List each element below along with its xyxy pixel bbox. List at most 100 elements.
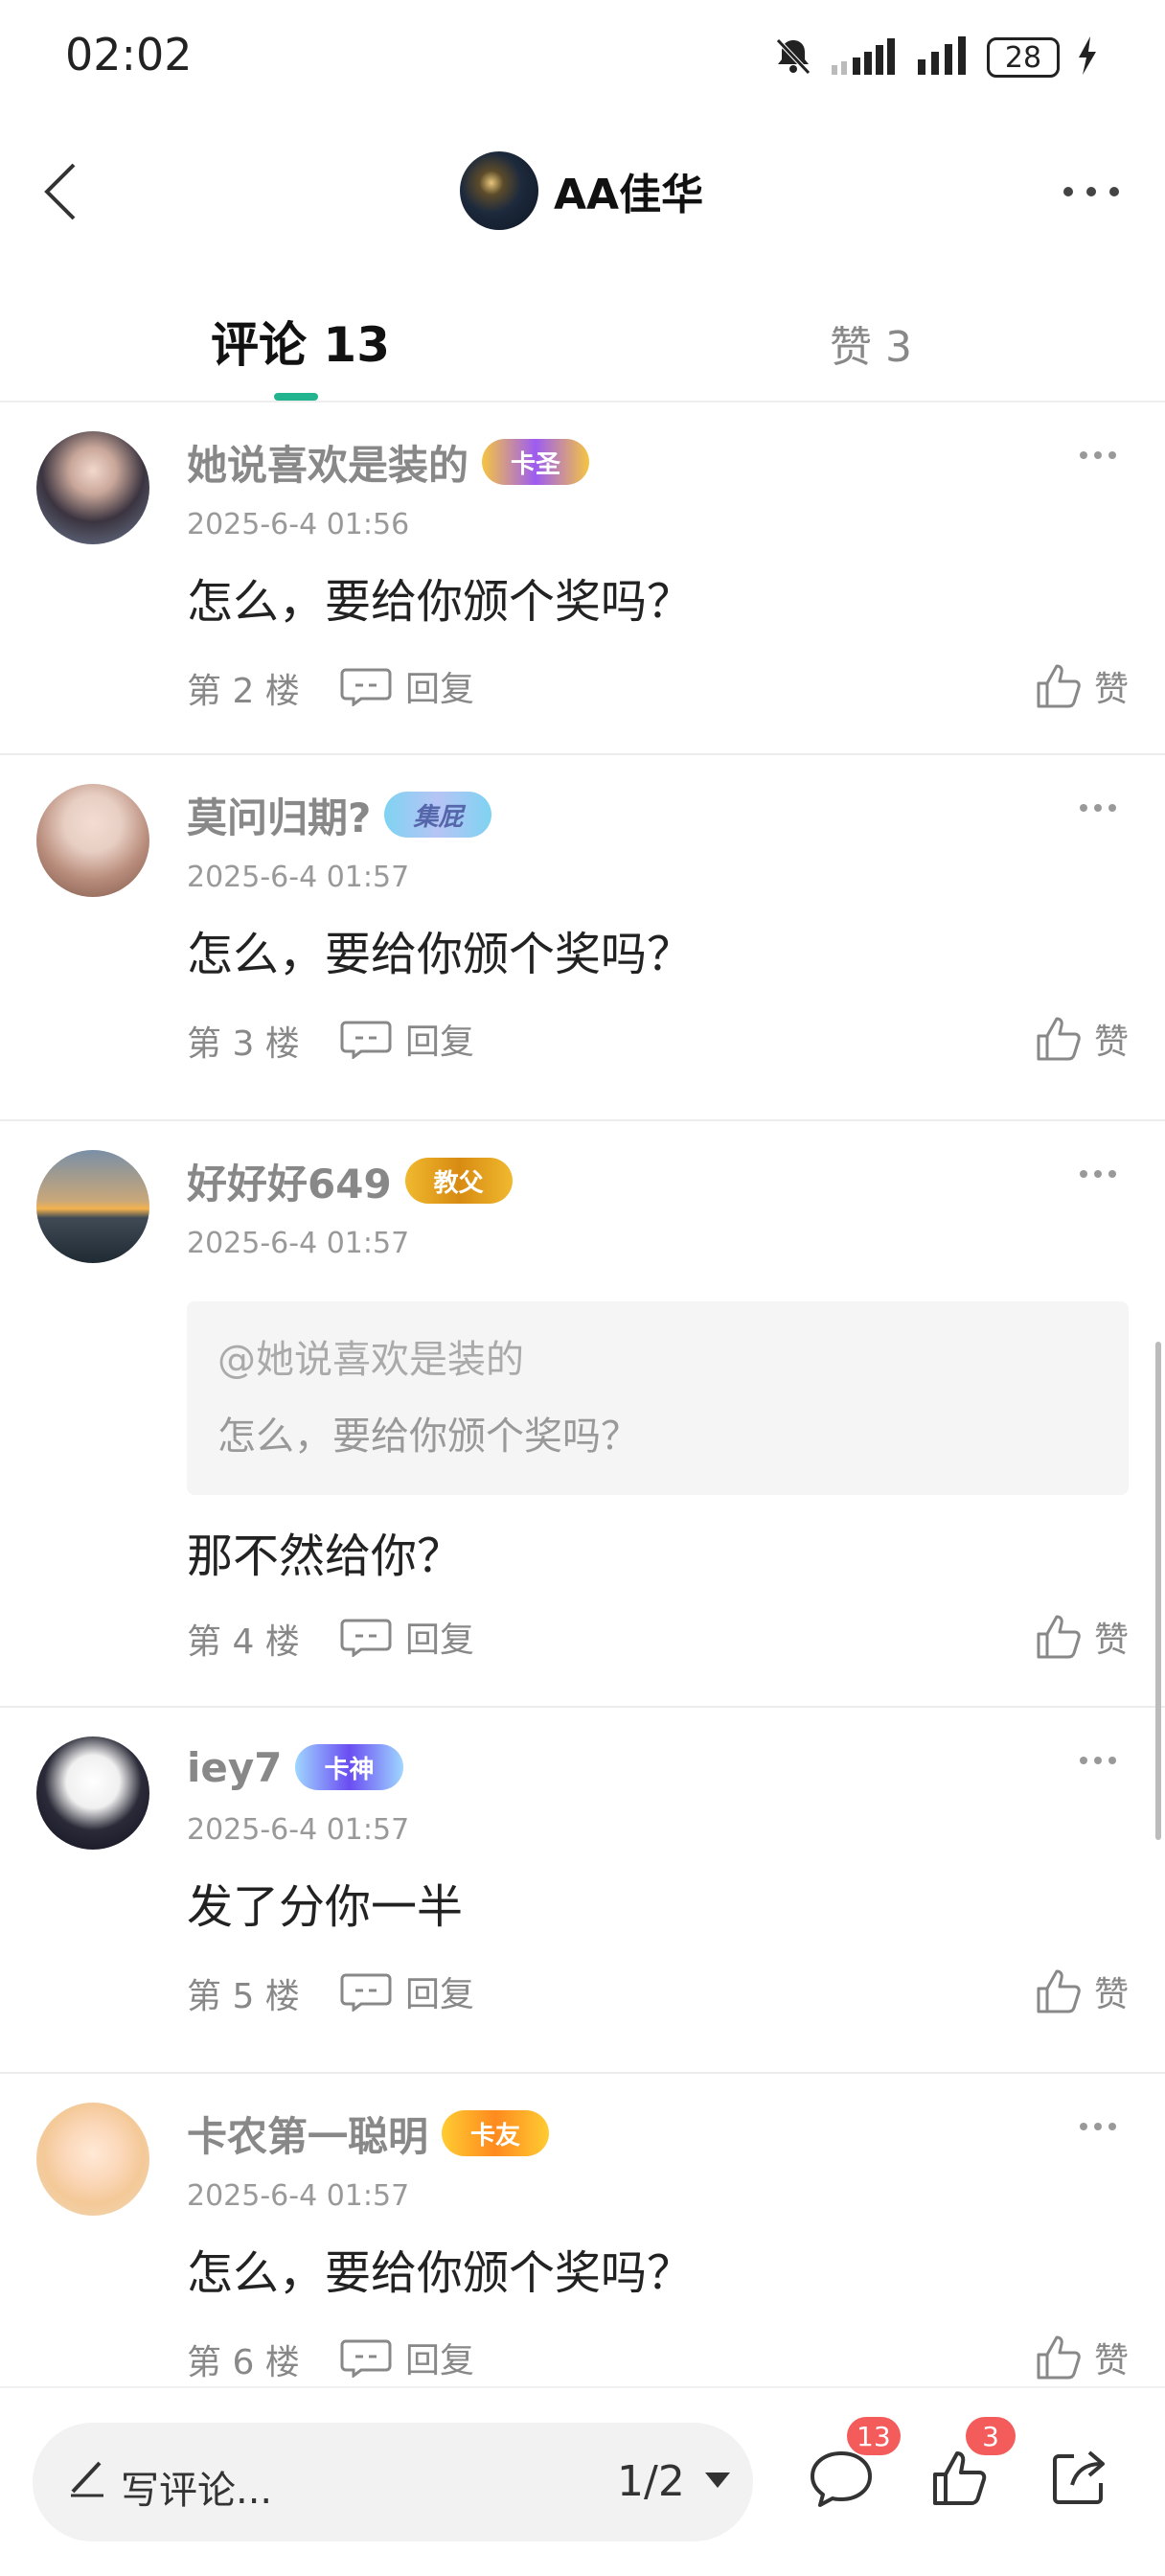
mute-icon: [772, 34, 814, 80]
level-badge: 集屁: [384, 792, 492, 838]
page-indicator[interactable]: 1/2: [617, 2457, 685, 2506]
battery-indicator: 28: [987, 37, 1060, 78]
like-label: 赞: [1093, 670, 1129, 709]
comment-item: 莫问归期? 集屁 2025-6-4 01:57 怎么，要给你颁个奖吗？ 第 3 …: [0, 755, 1165, 1121]
scrollbar[interactable]: [1155, 1342, 1161, 1840]
username[interactable]: 好好好649: [187, 1152, 392, 1210]
comment-date: 2025-6-4 01:57: [187, 2179, 410, 2213]
back-button[interactable]: [27, 153, 94, 230]
tab-comments[interactable]: 评论 13: [211, 307, 390, 376]
comment-actions: 第 6 楼 回复 赞: [187, 2329, 1129, 2386]
name-row: 她说喜欢是装的 卡圣: [187, 431, 590, 493]
like-button[interactable]: 赞: [1035, 657, 1129, 715]
like-button[interactable]: 赞: [1035, 1608, 1129, 1666]
charging-icon: [1077, 36, 1098, 79]
comment-more-button[interactable]: [1069, 441, 1127, 470]
comment-input-placeholder: 写评论...: [121, 2469, 273, 2513]
thumbs-up-icon: [1037, 664, 1081, 708]
comment-item: iey7 卡神 2025-6-4 01:57 发了分你一半 第 5 楼 回复 赞: [0, 1708, 1165, 2074]
page-title: AA佳华: [554, 171, 704, 219]
reply-button[interactable]: 回复: [340, 657, 474, 715]
more-icon: [1080, 2123, 1116, 2130]
more-icon: [1080, 804, 1116, 812]
comment-text: 怎么，要给你颁个奖吗？: [187, 928, 694, 981]
chevron-left-icon: [44, 163, 76, 220]
comment-item: 她说喜欢是装的 卡圣 2025-6-4 01:56 怎么，要给你颁个奖吗？ 第 …: [0, 402, 1165, 755]
level-badge: 卡友: [442, 2110, 550, 2156]
thumbs-up-icon: [1037, 1017, 1081, 1061]
avatar[interactable]: [36, 784, 149, 897]
avatar[interactable]: [36, 1736, 149, 1850]
name-row: iey7 卡神: [187, 1736, 403, 1798]
comment-date: 2025-6-4 01:57: [187, 1227, 410, 1260]
avatar[interactable]: [460, 151, 538, 230]
reply-label: 回复: [405, 2341, 475, 2380]
comment-text: 发了分你一半: [187, 1880, 464, 1934]
username[interactable]: iey7: [187, 1744, 282, 1791]
name-row: 卡农第一聪明 卡友: [187, 2103, 550, 2164]
nav-user[interactable]: AA佳华: [460, 148, 703, 234]
avatar[interactable]: [36, 2103, 149, 2216]
signal-icon-2: [918, 36, 970, 79]
comment-input[interactable]: 写评论... 1/2: [33, 2423, 753, 2542]
comment-more-button[interactable]: [1069, 1160, 1127, 1188]
comment-more-button[interactable]: [1069, 1746, 1127, 1775]
floor-number: 第 4 楼: [187, 1622, 300, 1662]
username[interactable]: 莫问归期?: [187, 786, 371, 844]
more-icon: [1063, 187, 1119, 196]
comment-date: 2025-6-4 01:56: [187, 508, 410, 541]
comment-text: 怎么，要给你颁个奖吗？: [187, 575, 694, 629]
reply-button[interactable]: 回复: [340, 1608, 474, 1666]
level-badge: 卡神: [295, 1744, 403, 1790]
tab-likes[interactable]: 赞 3: [830, 312, 912, 374]
comment-actions: 第 4 楼 回复 赞: [187, 1608, 1129, 1666]
reply-icon: [340, 1021, 392, 1059]
like-button[interactable]: 赞: [1035, 2329, 1129, 2386]
more-icon: [1080, 1757, 1116, 1764]
reply-label: 回复: [405, 1023, 475, 1062]
comment-date: 2025-6-4 01:57: [187, 861, 410, 894]
reply-icon: [340, 1973, 392, 2012]
more-icon: [1080, 1170, 1116, 1178]
chevron-down-icon[interactable]: [703, 2471, 732, 2490]
thumbs-up-icon: [1037, 1615, 1081, 1659]
like-label: 赞: [1093, 1023, 1129, 1062]
share-icon: [1053, 2450, 1105, 2504]
quote-text: 怎么，要给你颁个奖吗？: [217, 1414, 639, 1459]
share-button[interactable]: [1040, 2440, 1117, 2517]
like-button[interactable]: 赞: [1035, 1010, 1129, 1068]
like-post-button[interactable]: 3: [922, 2417, 1016, 2517]
reply-button[interactable]: 回复: [340, 1963, 474, 2020]
comment-actions: 第 3 楼 回复 赞: [187, 1010, 1129, 1068]
status-icons: 28: [772, 31, 1098, 84]
level-badge: 卡圣: [482, 439, 590, 485]
quote-mention[interactable]: @她说喜欢是装的: [217, 1328, 524, 1384]
avatar[interactable]: [36, 1150, 149, 1263]
pencil-icon: [71, 2461, 103, 2497]
more-icon: [1080, 451, 1116, 459]
reply-icon: [340, 2339, 392, 2378]
thumbs-up-icon: [1037, 2335, 1081, 2380]
reply-label: 回复: [405, 1621, 475, 1660]
quoted-comment[interactable]: @她说喜欢是装的 怎么，要给你颁个奖吗？: [187, 1301, 1129, 1495]
like-button[interactable]: 赞: [1035, 1963, 1129, 2020]
comment-text: 那不然给你？: [187, 1530, 464, 1583]
like-label: 赞: [1093, 1621, 1129, 1660]
comment-list[interactable]: 她说喜欢是装的 卡圣 2025-6-4 01:56 怎么，要给你颁个奖吗？ 第 …: [0, 402, 1165, 2386]
reply-button[interactable]: 回复: [340, 2329, 474, 2386]
comment-text: 怎么，要给你颁个奖吗？: [187, 2246, 694, 2300]
comment-more-button[interactable]: [1069, 794, 1127, 822]
comment-actions: 第 2 楼 回复 赞: [187, 657, 1129, 715]
avatar[interactable]: [36, 431, 149, 544]
username[interactable]: 卡农第一聪明: [187, 2104, 428, 2163]
comment-more-button[interactable]: [1069, 2112, 1127, 2141]
floor-number: 第 5 楼: [187, 1977, 300, 2016]
username[interactable]: 她说喜欢是装的: [187, 433, 468, 492]
nav-bar: AA佳华: [0, 134, 1165, 249]
comments-button[interactable]: 13: [803, 2417, 901, 2517]
reply-button[interactable]: 回复: [340, 1010, 474, 1068]
more-button[interactable]: [1058, 171, 1125, 213]
like-label: 赞: [1093, 2341, 1129, 2380]
comment-actions: 第 5 楼 回复 赞: [187, 1963, 1129, 2020]
reply-label: 回复: [405, 670, 475, 709]
